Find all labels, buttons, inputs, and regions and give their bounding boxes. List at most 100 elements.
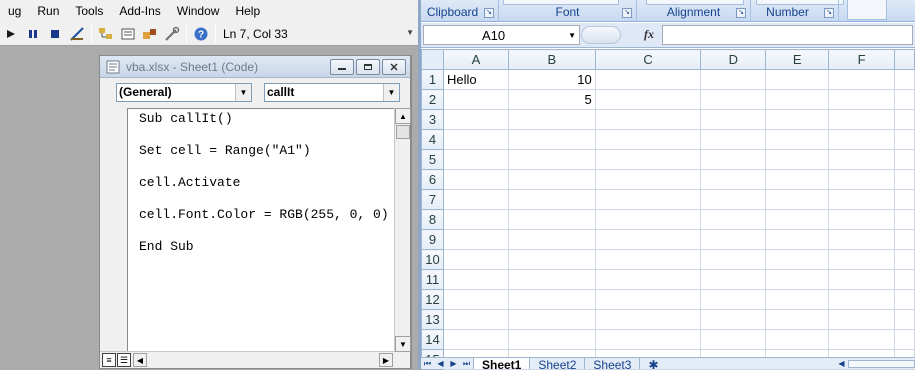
code-line[interactable]: cell.Activate [128, 173, 394, 205]
code-vertical-scrollbar[interactable]: ▲ ▼ [394, 108, 411, 352]
menu-help[interactable]: Help [227, 0, 268, 22]
code-line[interactable]: Sub callIt() [128, 109, 394, 141]
cell-f[interactable] [828, 189, 895, 210]
minimize-button[interactable] [330, 58, 354, 75]
cell-c[interactable] [594, 89, 702, 110]
sheet-tab[interactable]: Sheet1 [473, 358, 530, 369]
cell-d[interactable] [700, 269, 767, 290]
row-header[interactable]: 2 [421, 89, 444, 110]
code-line[interactable]: Set cell = Range("A1") [128, 141, 394, 173]
cell-e[interactable] [765, 149, 830, 170]
cell-g[interactable] [893, 169, 915, 190]
cell-e[interactable] [765, 89, 830, 110]
full-module-view-icon[interactable]: ☰ [117, 353, 131, 367]
toolbox-icon[interactable] [161, 24, 183, 44]
cell-d[interactable] [700, 69, 767, 90]
cell-b[interactable] [507, 329, 596, 350]
procedure-view-icon[interactable]: ≡ [102, 353, 116, 367]
cell-a[interactable] [442, 169, 509, 190]
cell-a[interactable] [442, 249, 509, 270]
cell-e[interactable] [765, 329, 830, 350]
cell-a[interactable] [442, 309, 509, 330]
cell-f[interactable] [828, 289, 895, 310]
next-sheet-icon[interactable]: ▶ [447, 358, 460, 369]
cell-b[interactable] [507, 169, 596, 190]
cell-e[interactable] [765, 309, 830, 330]
cell-c[interactable] [594, 329, 702, 350]
cell-g[interactable] [893, 109, 915, 130]
column-header[interactable]: B [507, 49, 596, 70]
cell-g[interactable] [893, 269, 915, 290]
cell-e[interactable] [765, 69, 830, 90]
row-header[interactable]: 9 [421, 229, 444, 250]
dialog-launcher-icon[interactable]: ↘ [824, 8, 834, 18]
cell-e[interactable] [765, 109, 830, 130]
cell-e[interactable] [765, 169, 830, 190]
cell-f[interactable] [828, 89, 895, 110]
column-header[interactable] [893, 49, 915, 70]
column-header[interactable]: F [828, 49, 895, 70]
row-header[interactable]: 4 [421, 129, 444, 150]
column-header[interactable]: E [765, 49, 830, 70]
insert-function-icon[interactable]: fx [644, 27, 654, 42]
column-header[interactable]: D [700, 49, 767, 70]
cell-g[interactable] [893, 309, 915, 330]
cell-c[interactable] [594, 249, 702, 270]
scroll-left-icon[interactable]: ◀ [835, 358, 848, 369]
menu-window[interactable]: Window [169, 0, 228, 22]
cell-e[interactable] [765, 189, 830, 210]
chevron-down-icon[interactable]: ▼ [235, 83, 251, 101]
cell-a[interactable] [442, 289, 509, 310]
break-icon[interactable] [22, 24, 44, 44]
run-icon[interactable] [0, 24, 22, 44]
cell-a[interactable]: Hello [442, 69, 509, 90]
code-line[interactable]: cell.Font.Color = RGB(255, 0, 0) [128, 205, 394, 237]
code-horizontal-scrollbar[interactable]: ≡ ☰ ◀ ▶ [100, 351, 395, 368]
cell-c[interactable] [594, 309, 702, 330]
dialog-launcher-icon[interactable]: ↘ [484, 8, 494, 18]
cell-d[interactable] [700, 149, 767, 170]
menu-debug[interactable]: ug [0, 0, 29, 22]
sheet-tab[interactable]: Sheet3 [584, 358, 639, 369]
cell-a[interactable] [442, 269, 509, 290]
select-all-corner[interactable] [421, 49, 444, 70]
menu-run[interactable]: Run [29, 0, 67, 22]
cell-d[interactable] [700, 209, 767, 230]
cell-c[interactable] [594, 269, 702, 290]
row-header[interactable]: 1 [421, 69, 444, 90]
object-browser-icon[interactable] [139, 24, 161, 44]
scroll-up-icon[interactable]: ▲ [395, 108, 411, 124]
scroll-thumb[interactable] [848, 359, 915, 368]
cell-e[interactable] [765, 129, 830, 150]
cell-c[interactable] [594, 189, 702, 210]
name-box[interactable]: A10 ▼ [423, 25, 580, 45]
cell-b[interactable] [507, 269, 596, 290]
cell-a[interactable] [442, 89, 509, 110]
cell-b[interactable] [507, 149, 596, 170]
code-window-titlebar[interactable]: vba.xlsx - Sheet1 (Code) [100, 56, 410, 78]
row-header[interactable]: 13 [421, 309, 444, 330]
cell-g[interactable] [893, 209, 915, 230]
project-explorer-icon[interactable] [95, 24, 117, 44]
cell-d[interactable] [700, 309, 767, 330]
cell-d[interactable] [700, 169, 767, 190]
cell-d[interactable] [700, 89, 767, 110]
cell-f[interactable] [828, 229, 895, 250]
cell-d[interactable] [700, 329, 767, 350]
row-header[interactable]: 12 [421, 289, 444, 310]
row-header[interactable]: 5 [421, 149, 444, 170]
row-header[interactable]: 10 [421, 249, 444, 270]
cell-c[interactable] [594, 69, 702, 90]
sheet-horizontal-scrollbar[interactable]: ◀ [835, 359, 915, 369]
cell-d[interactable] [700, 289, 767, 310]
reset-icon[interactable] [44, 24, 66, 44]
scroll-right-icon[interactable]: ▶ [379, 353, 393, 367]
cell-a[interactable] [442, 229, 509, 250]
scroll-left-icon[interactable]: ◀ [133, 353, 147, 367]
column-header[interactable]: A [442, 49, 509, 70]
row-header[interactable]: 8 [421, 209, 444, 230]
cell-f[interactable] [828, 249, 895, 270]
cell-g[interactable] [893, 249, 915, 270]
cell-c[interactable] [594, 129, 702, 150]
cell-d[interactable] [700, 229, 767, 250]
